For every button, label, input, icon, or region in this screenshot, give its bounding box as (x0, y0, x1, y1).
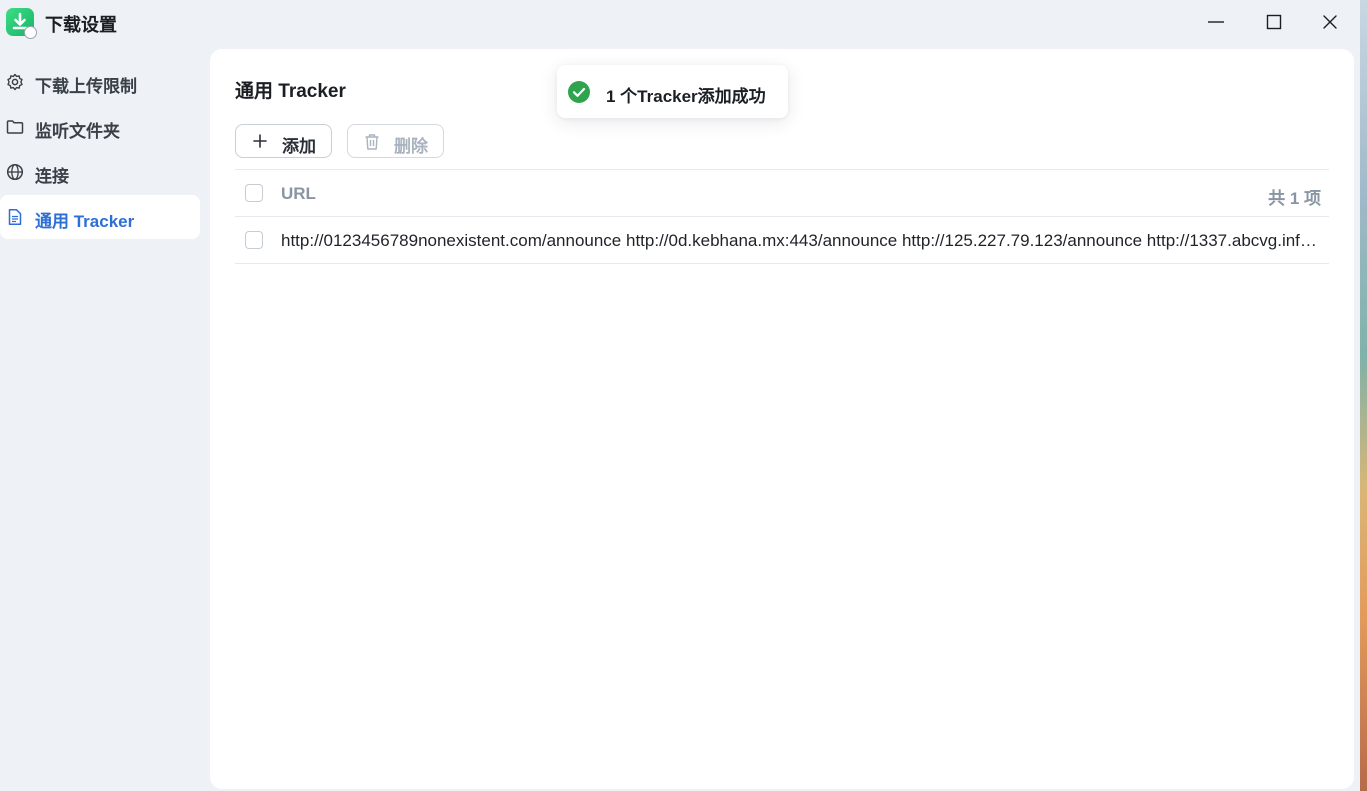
sidebar: 下载上传限制 监听文件夹 连接 通用 Tracker (0, 60, 204, 240)
sidebar-item-label: 通用 Tracker (35, 212, 135, 231)
gear-badge-icon (24, 26, 37, 39)
tracker-url-cell: http://0123456789nonexistent.com/announc… (281, 231, 1318, 250)
sidebar-item-speed-limit[interactable]: 下载上传限制 (0, 60, 200, 104)
maximize-button[interactable] (1252, 6, 1296, 38)
column-header-url: URL (281, 184, 316, 203)
sidebar-item-label: 下载上传限制 (35, 77, 137, 96)
check-circle-icon (568, 81, 590, 103)
add-button-label: 添加 (282, 137, 316, 156)
sidebar-item-watch-folder[interactable]: 监听文件夹 (0, 105, 200, 149)
success-toast: 1 个Tracker添加成功 (557, 65, 788, 118)
add-button[interactable]: 添加 (235, 124, 332, 158)
select-all-checkbox[interactable] (245, 184, 263, 202)
close-button[interactable] (1308, 6, 1352, 38)
toast-message: 1 个Tracker添加成功 (606, 87, 766, 106)
settings-window: 下载设置 下载上传限制 监听文件夹 连接 通用 Tracker 通用 Track… (0, 0, 1360, 791)
maximize-icon (1266, 14, 1282, 30)
row-checkbox[interactable] (245, 231, 263, 249)
document-icon (8, 209, 22, 225)
tracker-table: URL 共 1 项 http://0123456789nonexistent.c… (235, 169, 1329, 264)
globe-icon (6, 163, 24, 181)
gear-icon (7, 73, 23, 91)
delete-button-label: 删除 (394, 137, 428, 156)
title-bar: 下载设置 (0, 0, 1360, 44)
main-panel: 通用 Tracker 添加 删除 URL 共 1 项 http://012345… (210, 49, 1354, 789)
folder-icon (6, 120, 24, 134)
table-header-row: URL 共 1 项 (235, 169, 1329, 216)
table-row[interactable]: http://0123456789nonexistent.com/announc… (235, 216, 1329, 264)
minimize-button[interactable] (1194, 6, 1238, 38)
window-title: 下载设置 (45, 15, 117, 35)
page-title: 通用 Tracker (235, 81, 346, 102)
app-logo-icon (6, 8, 37, 39)
sidebar-item-label: 连接 (35, 167, 69, 186)
plus-icon (253, 134, 267, 148)
item-count: 共 1 项 (1268, 189, 1321, 208)
close-icon (1323, 15, 1337, 29)
sidebar-item-tracker[interactable]: 通用 Tracker (0, 195, 200, 239)
trash-icon (365, 134, 379, 150)
sidebar-item-connection[interactable]: 连接 (0, 150, 200, 194)
desktop-background (1360, 0, 1367, 791)
delete-button[interactable]: 删除 (347, 124, 444, 158)
minimize-icon (1208, 21, 1224, 23)
sidebar-item-label: 监听文件夹 (35, 122, 120, 141)
